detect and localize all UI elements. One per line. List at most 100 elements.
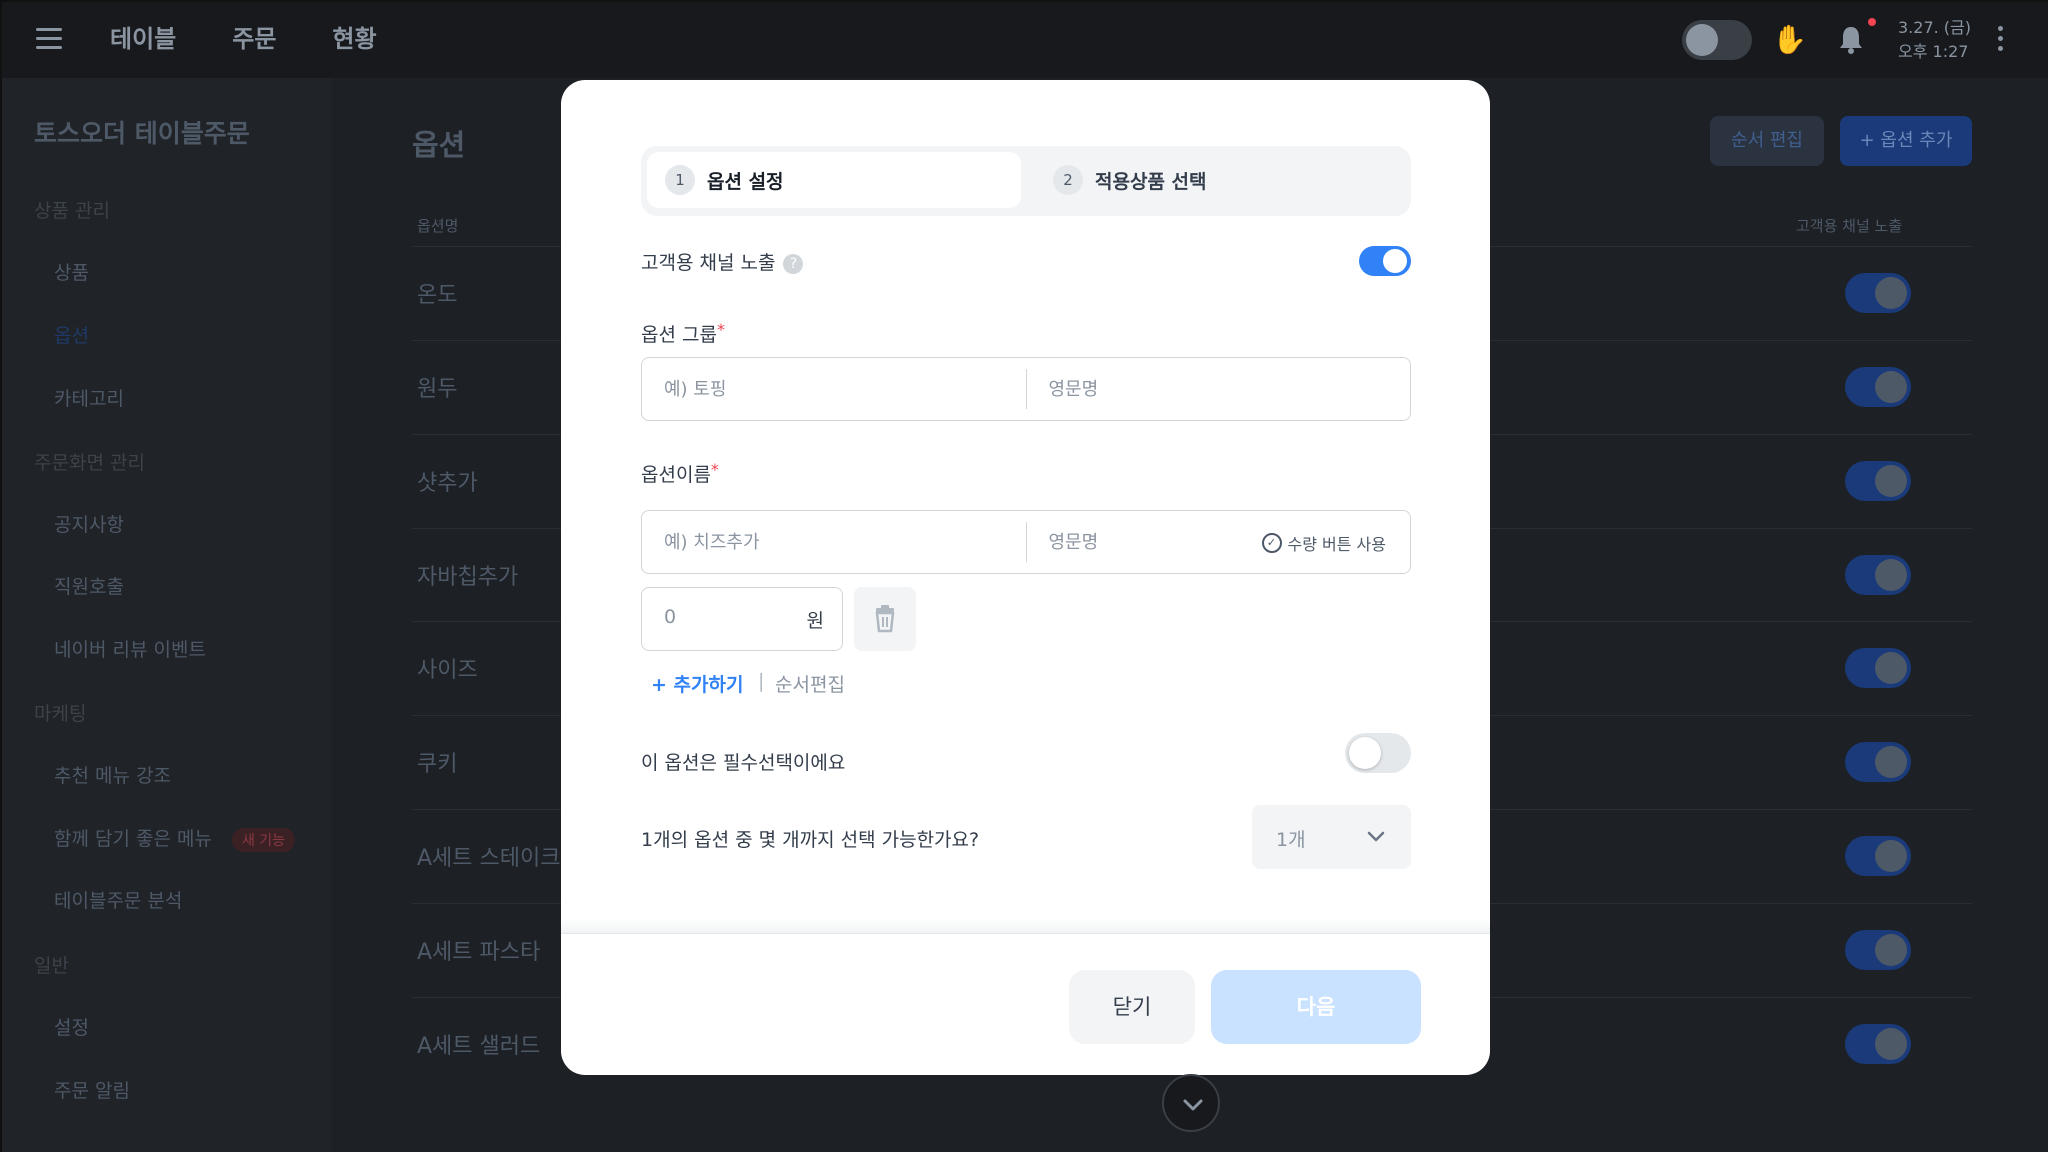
theme-toggle[interactable]: [1682, 20, 1752, 60]
step-label: 적용상품 선택: [1095, 170, 1207, 193]
date-text: 3.27. (금): [1898, 18, 1972, 37]
step-indicator: 1 옵션 설정 2 적용상품 선택: [641, 146, 1411, 216]
nav-tab-status[interactable]: 현황: [332, 22, 376, 56]
menu-icon[interactable]: [36, 28, 62, 50]
option-name: 원두: [417, 377, 458, 402]
group-label: 옵션 그룹: [641, 324, 717, 346]
page-title: 옵션: [412, 128, 466, 162]
step-label: 옵션 설정: [707, 170, 784, 193]
more-icon[interactable]: [1998, 26, 2006, 56]
sidebar-section-marketing: 마케팅: [34, 703, 87, 725]
expose-toggle[interactable]: [1845, 555, 1911, 595]
help-icon[interactable]: ?: [783, 253, 804, 274]
app-frame: 테이블 주문 현황 ✋ 3.27. (금) 오후 1:27 토스오더 테이블주문…: [0, 0, 2048, 1152]
expose-toggle[interactable]: [1359, 246, 1411, 276]
new-feature-badge: 새 기능: [231, 827, 296, 852]
expose-toggle[interactable]: [1845, 930, 1911, 970]
max-select-value: 1개: [1276, 829, 1306, 851]
nav-tab-orders[interactable]: 주문: [232, 22, 276, 56]
sidebar-item-bundle-menu[interactable]: 함께 담기 좋은 메뉴 새 기능: [54, 824, 296, 852]
sidebar-item-option[interactable]: 옵션: [54, 321, 89, 348]
add-option-item-link[interactable]: + 추가하기: [651, 670, 743, 697]
step-number: 1: [665, 165, 695, 195]
option-group-field: [641, 357, 1411, 421]
sidebar-item-recommended-menu[interactable]: 추천 메뉴 강조: [54, 761, 171, 788]
close-button[interactable]: 닫기: [1069, 970, 1195, 1044]
sidebar-item-naver-review[interactable]: 네이버 리뷰 이벤트: [54, 635, 206, 662]
chevron-down-icon: [1367, 831, 1385, 842]
column-header-name: 옵션명: [417, 217, 459, 235]
expose-toggle[interactable]: [1845, 367, 1911, 407]
sidebar-item-order-alert[interactable]: 주문 알림: [54, 1076, 130, 1103]
price-input[interactable]: [664, 606, 784, 628]
max-select-label: 1개의 옵션 중 몇 개까지 선택 가능한가요?: [641, 829, 980, 851]
link-separator: |: [758, 670, 765, 692]
group-en-name-input[interactable]: [1026, 378, 1410, 400]
notification-dot: [1868, 18, 1876, 26]
required-label: 이 옵션은 필수선택이에요: [641, 752, 846, 774]
required-mark: *: [716, 320, 725, 339]
nav-tab-table[interactable]: 테이블: [110, 22, 176, 56]
expose-toggle[interactable]: [1845, 273, 1911, 313]
modal-footer-divider: [561, 918, 1490, 934]
theme-toggle-knob: [1686, 24, 1718, 56]
quantity-button-checkbox[interactable]: ✓ 수량 버튼 사용: [1261, 531, 1387, 555]
step-number: 2: [1053, 165, 1083, 195]
expose-toggle[interactable]: [1845, 836, 1911, 876]
group-en-cell: [1026, 358, 1410, 420]
step-option-settings[interactable]: 1 옵션 설정: [647, 152, 1021, 208]
expose-label: 고객용 채널 노출: [641, 252, 776, 274]
scroll-down-button[interactable]: [1162, 1074, 1220, 1132]
store-name: 토스오더 테이블주문: [34, 119, 250, 148]
delete-option-button[interactable]: [854, 587, 916, 651]
max-select-dropdown[interactable]: 1개: [1252, 805, 1411, 869]
sidebar-item-analytics[interactable]: 테이블주문 분석: [54, 886, 182, 913]
order-edit-button[interactable]: 순서 편집: [1710, 116, 1824, 166]
reorder-link[interactable]: 순서편집: [775, 670, 845, 697]
column-header-expose: 고객용 채널 노출: [1796, 217, 1903, 235]
toggle-knob: [1383, 249, 1407, 273]
expose-label-row: 고객용 채널 노출?: [641, 248, 804, 275]
chevron-down-icon: [1183, 1099, 1203, 1111]
group-label-row: 옵션 그룹*: [641, 320, 725, 347]
sidebar-section-product: 상품 관리: [34, 200, 110, 222]
time-text: 오후 1:27: [1898, 42, 1969, 61]
sidebar-item-category[interactable]: 카테고리: [54, 384, 124, 411]
expose-toggle[interactable]: [1845, 648, 1911, 688]
option-name-cell: [642, 511, 1026, 573]
add-option-modal: 1 옵션 설정 2 적용상품 선택 고객용 채널 노출? 옵션 그룹* 옵션이름…: [561, 80, 1490, 1075]
sidebar-item-product[interactable]: 상품: [54, 258, 89, 285]
option-name: A세트 스테이크: [417, 846, 561, 871]
next-button[interactable]: 다음: [1211, 970, 1421, 1044]
sidebar-section-general: 일반: [34, 955, 69, 977]
sidebar-item-bundle-menu-label: 함께 담기 좋은 메뉴: [54, 828, 212, 850]
expose-toggle[interactable]: [1845, 1024, 1911, 1064]
group-name-input[interactable]: [642, 378, 1026, 400]
check-circle-icon: ✓: [1261, 533, 1282, 553]
hand-wave-icon[interactable]: ✋: [1772, 24, 1807, 56]
required-mark: *: [710, 460, 719, 479]
option-en-cell: ✓ 수량 버튼 사용: [1026, 511, 1410, 573]
option-name: 온도: [417, 283, 458, 308]
bell-icon[interactable]: [1836, 24, 1866, 56]
option-name-input[interactable]: [642, 531, 1026, 553]
expose-toggle[interactable]: [1845, 742, 1911, 782]
option-name-field: ✓ 수량 버튼 사용: [641, 510, 1411, 574]
sidebar-item-settings[interactable]: 설정: [54, 1013, 89, 1040]
name-label-row: 옵션이름*: [641, 460, 719, 487]
sidebar-item-staff-call[interactable]: 직원호출: [54, 572, 124, 599]
option-name: 쿠키: [417, 752, 458, 777]
quantity-button-label: 수량 버튼 사용: [1287, 535, 1387, 554]
add-option-button[interactable]: + 옵션 추가: [1840, 116, 1972, 166]
option-name: 자바칩추가: [417, 565, 519, 590]
name-label: 옵션이름: [641, 464, 711, 486]
sidebar-item-notice[interactable]: 공지사항: [54, 510, 124, 537]
option-name: 샷추가: [417, 471, 478, 496]
required-toggle[interactable]: [1345, 733, 1411, 773]
group-name-cell: [642, 358, 1026, 420]
step-select-products[interactable]: 2 적용상품 선택: [1041, 152, 1401, 208]
option-name: 사이즈: [417, 658, 478, 683]
sidebar-section-order-screen: 주문화면 관리: [34, 452, 145, 474]
datetime: 3.27. (금) 오후 1:27: [1898, 16, 1971, 64]
expose-toggle[interactable]: [1845, 461, 1911, 501]
